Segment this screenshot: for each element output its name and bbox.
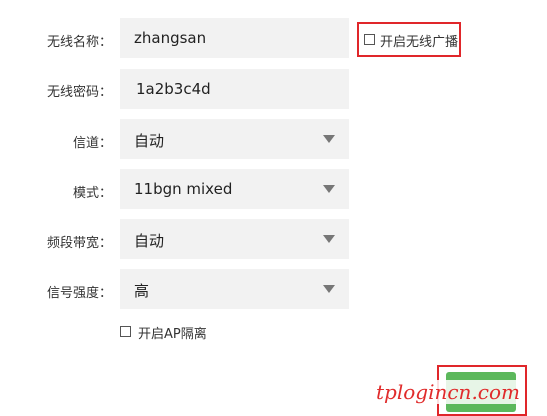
bandwidth-select[interactable]: 自动	[120, 219, 349, 259]
bandwidth-value: 自动	[134, 232, 165, 250]
ap-isolation-checkbox[interactable]	[120, 326, 131, 337]
mode-value: 11bgn mixed	[134, 180, 233, 198]
broadcast-checkbox[interactable]	[364, 34, 375, 45]
signal-strength-select[interactable]: 高	[120, 269, 349, 309]
chevron-down-icon	[323, 135, 335, 143]
ssid-input[interactable]: zhangsan	[120, 18, 349, 58]
broadcast-label[interactable]: 开启无线广播	[380, 31, 458, 50]
signal-strength-label: 信号强度：	[46, 286, 112, 301]
mode-label: 模式：	[72, 186, 112, 201]
ap-isolation-label[interactable]: 开启AP隔离	[138, 323, 207, 342]
mode-select[interactable]: 11bgn mixed	[120, 169, 349, 209]
ssid-value: zhangsan	[134, 29, 207, 47]
ssid-label: 无线名称：	[46, 35, 112, 50]
site-watermark: tplogincn.com	[374, 380, 523, 404]
password-input[interactable]: 1a2b3c4d	[120, 69, 349, 109]
chevron-down-icon	[323, 285, 335, 293]
password-label: 无线密码：	[46, 85, 112, 100]
password-value: 1a2b3c4d	[136, 80, 211, 98]
channel-select[interactable]: 自动	[120, 119, 349, 159]
chevron-down-icon	[323, 185, 335, 193]
signal-strength-value: 高	[134, 282, 150, 300]
channel-label: 信道：	[72, 136, 112, 151]
channel-value: 自动	[134, 132, 165, 150]
bandwidth-label: 频段带宽：	[46, 236, 112, 251]
chevron-down-icon	[323, 235, 335, 243]
